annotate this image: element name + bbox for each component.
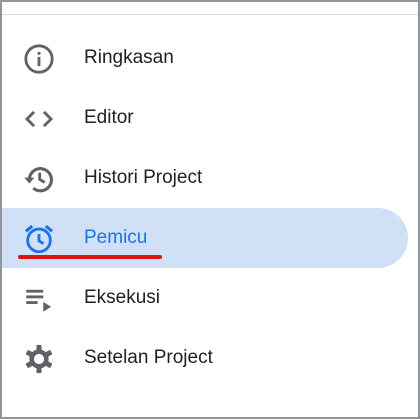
gear-icon: [22, 342, 56, 376]
sidebar-item-editor[interactable]: Editor: [2, 88, 418, 148]
alarm-clock-icon: [22, 222, 56, 256]
playlist-play-icon: [22, 282, 56, 316]
sidebar-item-eksekusi[interactable]: Eksekusi: [2, 268, 418, 328]
sidebar-item-pemicu[interactable]: Pemicu: [2, 208, 408, 268]
top-divider: [2, 14, 418, 15]
history-icon: [22, 162, 56, 196]
sidebar-item-label: Pemicu: [84, 227, 148, 248]
info-icon: [22, 42, 56, 76]
sidebar-item-setelan-project[interactable]: Setelan Project: [2, 328, 418, 388]
sidebar-item-ringkasan[interactable]: Ringkasan: [2, 28, 418, 88]
sidebar-item-label: Editor: [84, 107, 134, 128]
code-icon: [22, 102, 56, 136]
sidebar-panel: Ringkasan Editor Histori Project Pemicu …: [0, 0, 420, 419]
annotation-underline: [18, 255, 162, 259]
sidebar-item-label: Histori Project: [84, 167, 203, 188]
sidebar-item-label: Ringkasan: [84, 47, 174, 68]
sidebar-item-label: Eksekusi: [84, 287, 161, 308]
sidebar-nav: Ringkasan Editor Histori Project Pemicu …: [2, 28, 418, 388]
sidebar-item-label: Setelan Project: [84, 347, 213, 368]
sidebar-item-histori-project[interactable]: Histori Project: [2, 148, 418, 208]
